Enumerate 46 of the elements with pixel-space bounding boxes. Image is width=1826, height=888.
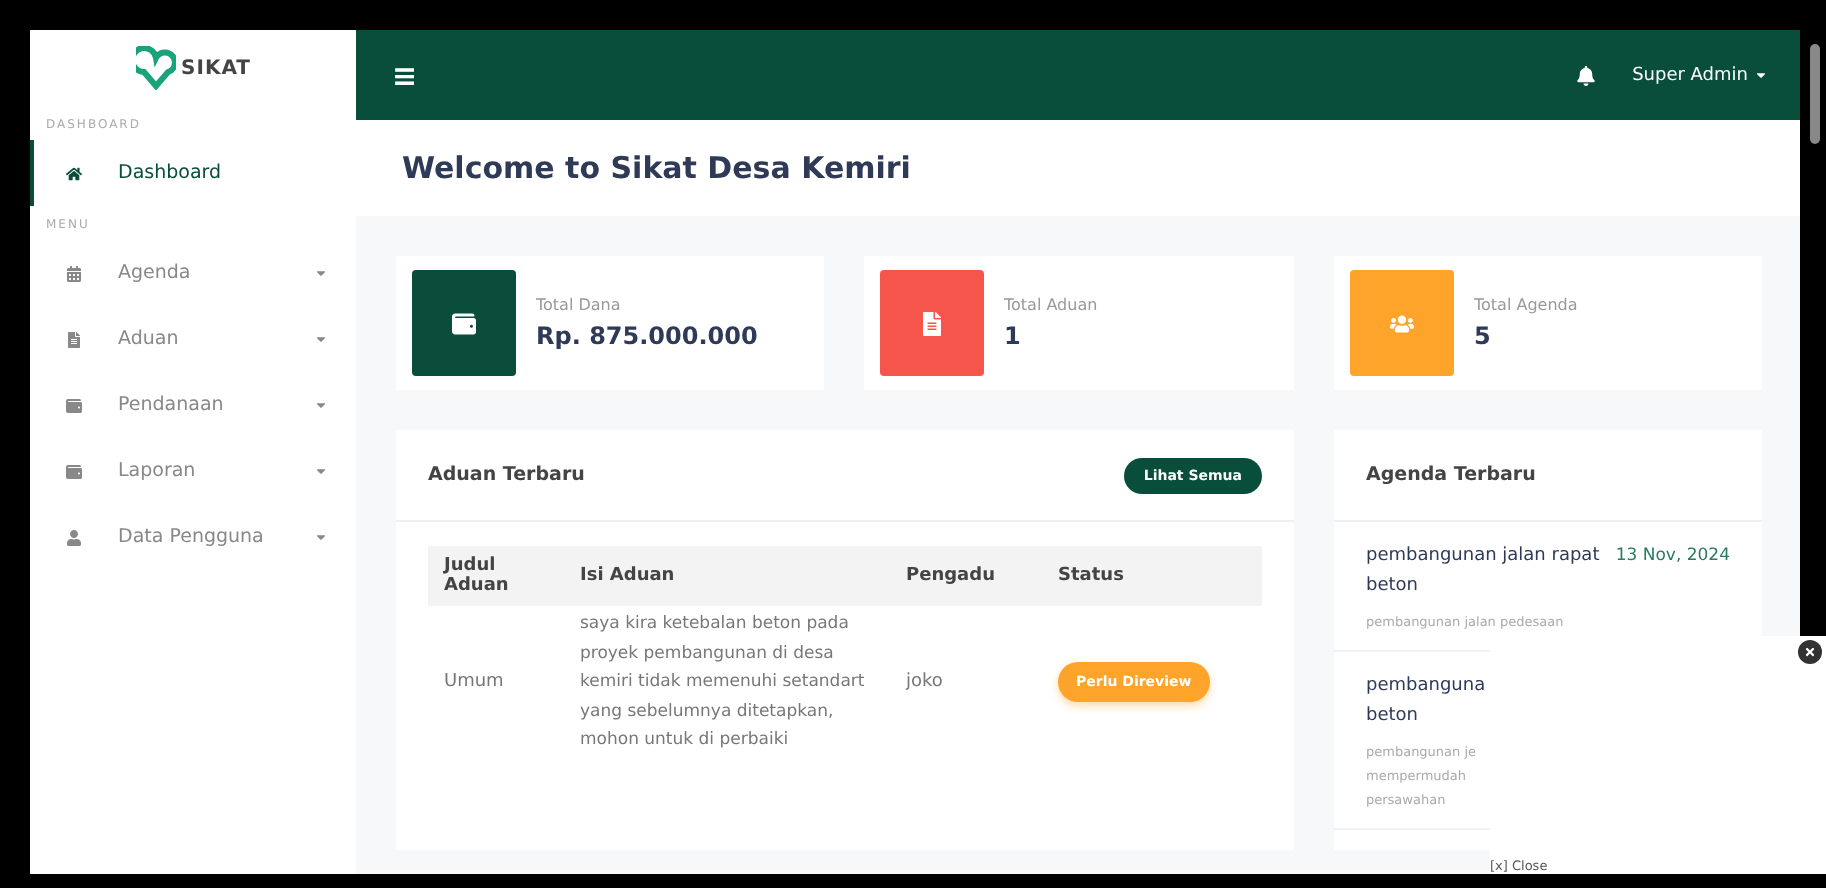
stat-value: 5 — [1474, 322, 1493, 350]
table-cell: saya kira ketebalan beton pada proyek pembangunan di desa kemiri tidak memenuhi setandart yang sebelumnya ditetapkan, mohon untuk di perbaiki — [564, 606, 890, 759]
sidebar-item[interactable]: Aduan — [30, 306, 356, 372]
table-cell: joko — [890, 606, 1042, 759]
page-title: Welcome to Sikat Desa Kemiri — [402, 150, 911, 186]
sidebar-item[interactable]: Laporan — [30, 438, 356, 504]
stat-label: Total Aduan — [1004, 296, 1098, 314]
stat-label: Total Dana — [536, 296, 623, 314]
close-icon[interactable] — [1798, 640, 1822, 664]
table-cell: Umum — [428, 606, 564, 759]
wallet-icon — [66, 463, 82, 479]
user-icon — [66, 529, 82, 545]
sidebar-item[interactable]: Pendanaan — [30, 372, 356, 438]
column-header: Pengadu — [890, 546, 1042, 606]
stat-value: 1 — [1004, 322, 1023, 350]
caret-icon — [314, 530, 328, 544]
users-icon — [1390, 311, 1414, 335]
column-header: Judul Aduan — [428, 546, 564, 606]
panel-title: Aduan Terbaru — [428, 464, 585, 486]
panel-title: Agenda Terbaru — [1366, 464, 1536, 486]
agenda-name: pembanguna beton — [1366, 674, 1488, 730]
sidebar-item[interactable]: Data Pengguna — [30, 504, 356, 570]
scrollbar[interactable] — [1810, 44, 1820, 144]
user-menu[interactable]: Super Admin — [1632, 65, 1768, 85]
menu-button[interactable]: ≡ — [392, 57, 418, 93]
file-icon — [920, 311, 944, 335]
column-header: Isi Aduan — [564, 546, 890, 606]
stat-label: Total Agenda — [1474, 296, 1578, 314]
wallet-icon — [452, 311, 476, 335]
sidebar-item[interactable]: Agenda — [30, 240, 356, 306]
file-icon — [66, 331, 82, 347]
calendar-icon — [66, 265, 82, 281]
column-header: Status — [1042, 546, 1262, 606]
caret-icon — [314, 332, 328, 346]
caret-icon — [314, 464, 328, 478]
logo-icon — [135, 46, 176, 90]
bell-icon[interactable] — [1576, 65, 1597, 85]
caret-icon — [314, 398, 328, 412]
agenda-date: 13 Nov, 2024 — [1615, 544, 1730, 570]
home-icon — [66, 165, 82, 181]
caret-icon — [314, 266, 328, 280]
wallet-icon — [66, 397, 82, 413]
stat-value: Rp. 875.000.000 — [536, 322, 758, 350]
agenda-name: pembangunan jalan rapat beton — [1366, 544, 1602, 600]
caret-icon — [1754, 68, 1768, 82]
brand-name: SIKAT — [181, 57, 251, 79]
